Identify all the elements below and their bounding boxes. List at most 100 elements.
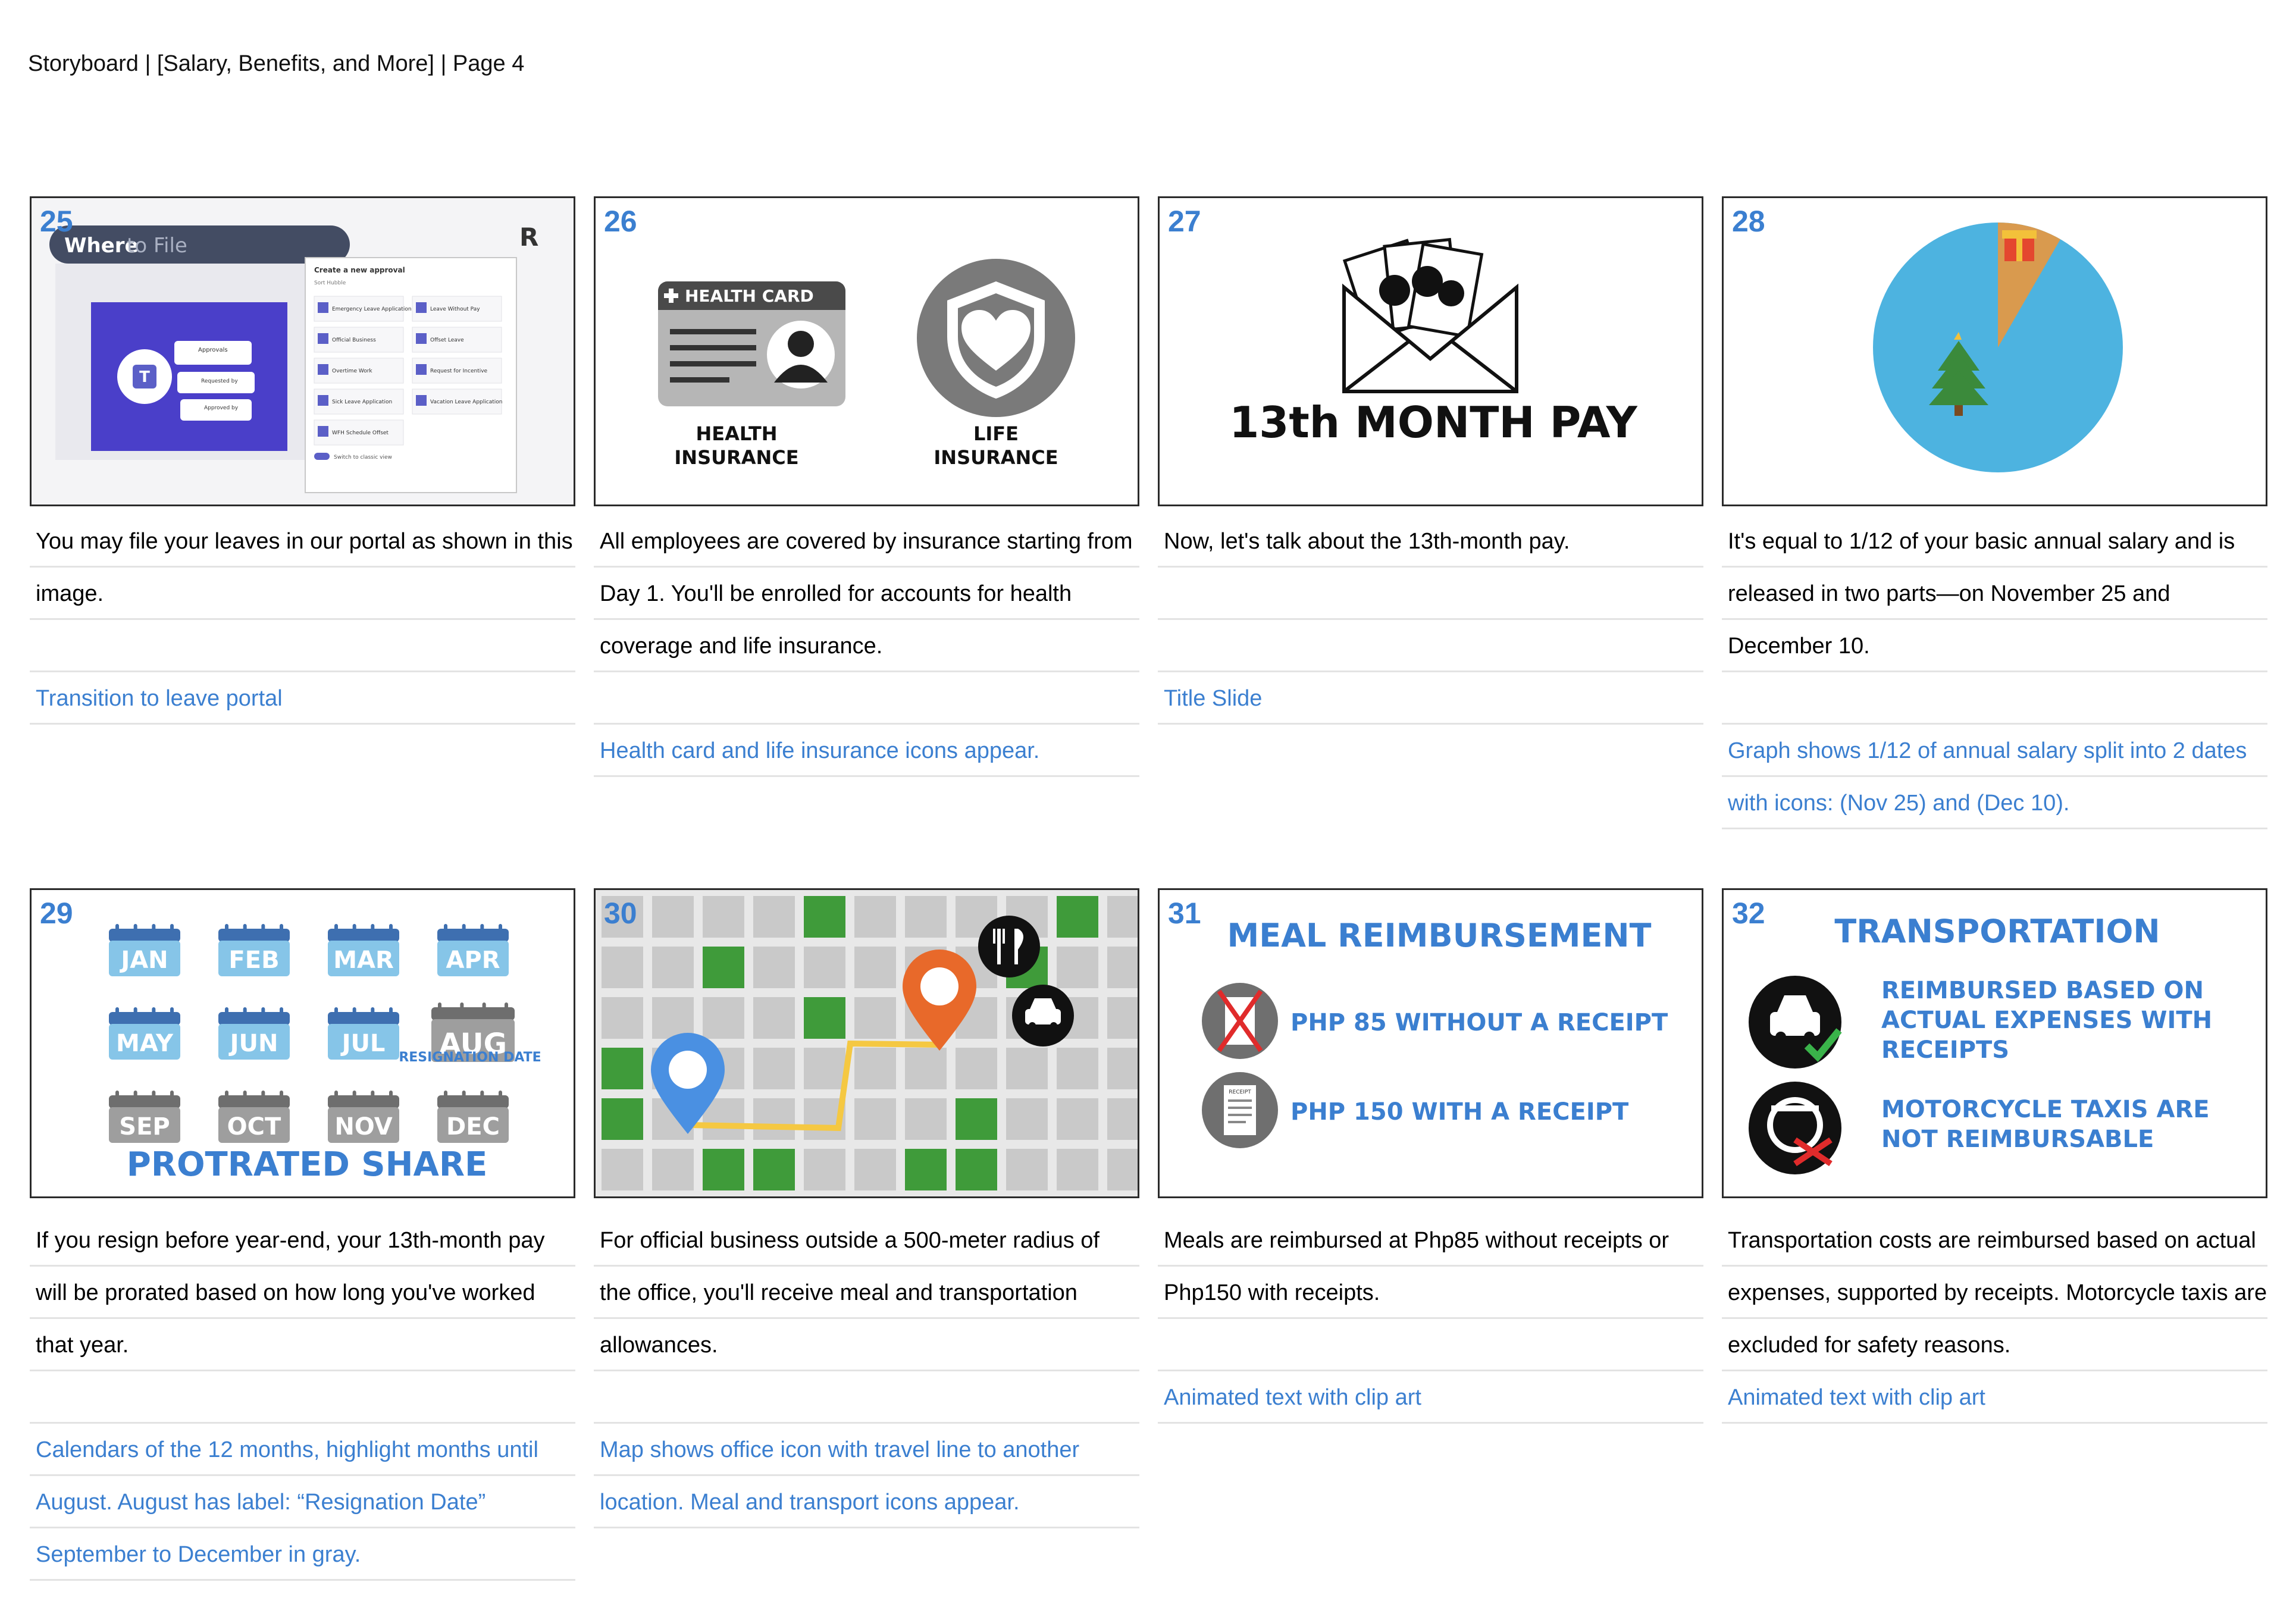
dialog-item-label: Official Business (332, 337, 376, 343)
script-line: It's equal to 1/12 of your basic annual … (1722, 515, 2267, 568)
life-label: LIFE (973, 422, 1019, 445)
transport-item-1: ACTUAL EXPENSES WITH (1881, 1007, 2212, 1034)
calendar-nov-icon: NOV (328, 1091, 399, 1143)
meal-item-2: PHP 150 WITH A RECEIPT (1290, 1098, 1629, 1126)
calendar-sep-icon: SEP (109, 1091, 180, 1143)
calendar-month-label: JUL (340, 1030, 386, 1057)
map-city-block (905, 896, 947, 938)
calendar-month-label: DEC (446, 1113, 500, 1141)
calendar-may-icon: MAY (109, 1007, 180, 1060)
calendar-jan-icon: JAN (109, 924, 180, 976)
calendar-month-label: JAN (119, 947, 168, 974)
script-line: If you resign before year-end, your 13th… (30, 1214, 575, 1267)
calendar-month-label: FEB (228, 947, 279, 974)
script-line (1158, 568, 1703, 620)
month-calendars: JAN FEB MAR APRMAY JUN JUL AUGSEP OCT NOV DEC RES… (109, 924, 541, 1184)
script-line: All employees are covered by insurance s… (594, 515, 1139, 568)
map-city-block (1107, 1098, 1138, 1140)
portal-logo: R (519, 223, 538, 252)
frame-32: 32 TRANSPORTATION REIMBURSED BASED ON AC… (1722, 888, 2267, 1198)
health-card-title: HEALTH CARD (685, 286, 814, 306)
script-line: that year. (30, 1319, 575, 1371)
map-city-block (854, 1048, 896, 1089)
script-line: For official business outside a 500-mete… (594, 1214, 1139, 1267)
transport-item-1: REIMBURSED BASED ON (1881, 977, 2204, 1004)
form-icon (318, 333, 328, 344)
svg-text:T: T (139, 368, 150, 386)
map-park-block (1057, 896, 1098, 938)
direction-note-line: September to December in gray. (30, 1528, 575, 1581)
form-icon (416, 302, 427, 313)
script-line (1158, 620, 1703, 672)
dialog-item-label: Overtime Work (332, 368, 372, 374)
map-city-block (753, 896, 795, 938)
transport-item-2: MOTORCYCLE TAXIS ARE (1881, 1096, 2210, 1123)
map-park-block (804, 997, 845, 1039)
map-park-block (703, 947, 744, 988)
transport-item-1: RECEIPTS (1881, 1036, 2009, 1064)
teams-row: Requested by (201, 378, 238, 384)
script-line: excluded for safety reasons. (1722, 1319, 2267, 1371)
frame-25: 25 T Approvals Requested by Approved by … (30, 196, 575, 506)
script-line: will be prorated based on how long you'v… (30, 1267, 575, 1319)
map-city-block (1107, 1048, 1138, 1089)
frame-26: 26 HEALTH CARD HEALTH INSURANCE LIFE INS… (594, 196, 1139, 506)
frame-number: 31 (1168, 897, 1201, 930)
map-city-block (753, 1098, 795, 1140)
script-line (594, 1371, 1139, 1424)
page-title: Storyboard | [Salary, Benefits, and More… (28, 51, 525, 76)
map-city-block (1107, 896, 1138, 938)
map-city-block (854, 1149, 896, 1190)
form-icon (318, 302, 328, 313)
meal-icon (978, 916, 1040, 977)
calendar-month-label: SEP (119, 1113, 170, 1141)
map-city-block (1107, 1149, 1138, 1190)
map-park-block (703, 1149, 744, 1190)
notes-27: Now, let's talk about the 13th-month pay… (1158, 515, 1703, 725)
map-city-block (854, 997, 896, 1039)
calendar-month-label: MAR (333, 947, 394, 974)
direction-note-line: with icons: (Nov 25) and (Dec 10). (1722, 777, 2267, 829)
map-city-block (753, 947, 795, 988)
frame-number: 29 (40, 897, 73, 930)
direction-note-line: Map shows office icon with travel line t… (594, 1424, 1139, 1476)
dialog-item-label: Vacation Leave Application (430, 399, 502, 405)
map-city-block (905, 1048, 947, 1089)
map-city-block (854, 947, 896, 988)
transport-title: TRANSPORTATION (1834, 913, 2160, 950)
map-city-block (1107, 947, 1138, 988)
calendar-month-label: MAY (116, 1030, 174, 1057)
map-city-block (1057, 947, 1098, 988)
direction-note-line: Animated text with clip art (1722, 1371, 2267, 1424)
direction-note-line: Calendars of the 12 months, highlight mo… (30, 1424, 575, 1476)
form-icon (416, 333, 427, 344)
frame-28: 28 (1722, 196, 2267, 506)
dialog-item-label: Leave Without Pay (430, 306, 480, 312)
calendar-oct-icon: OCT (218, 1091, 290, 1143)
dialog-item-label: Request for Incentive (430, 368, 488, 374)
travel-map (596, 890, 1138, 1196)
map-city-block (652, 896, 694, 938)
map-city-block (1057, 1048, 1098, 1089)
teams-row: Approved by (204, 405, 239, 411)
script-line: Now, let's talk about the 13th-month pay… (1158, 515, 1703, 568)
direction-note-line: Health card and life insurance icons app… (594, 725, 1139, 777)
notes-28: It's equal to 1/12 of your basic annual … (1722, 515, 2267, 829)
car-icon (1012, 985, 1074, 1047)
script-line: allowances. (594, 1319, 1139, 1371)
calendar-jul-icon: JUL (328, 1007, 399, 1060)
frame-30: 30 (594, 888, 1139, 1198)
script-line (30, 620, 575, 672)
notes-25: You may file your leaves in our portal a… (30, 515, 575, 725)
meal-reimbursement-slide: MEAL REIMBURSEMENT PHP 85 WITHOUT A RECE… (1202, 917, 1668, 1148)
salary-pie-chart (1873, 223, 2123, 472)
frame-number: 28 (1732, 205, 1765, 238)
direction-note-line: Graph shows 1/12 of annual salary split … (1722, 725, 2267, 777)
form-icon (318, 426, 328, 437)
script-line (594, 672, 1139, 725)
script-line: coverage and life insurance. (594, 620, 1139, 672)
dialog-item-label: Sick Leave Application (332, 399, 392, 405)
insurance-icons: HEALTH CARD HEALTH INSURANCE LIFE INSURA… (658, 259, 1075, 469)
map-city-block (1057, 1149, 1098, 1190)
map-city-block (652, 997, 694, 1039)
